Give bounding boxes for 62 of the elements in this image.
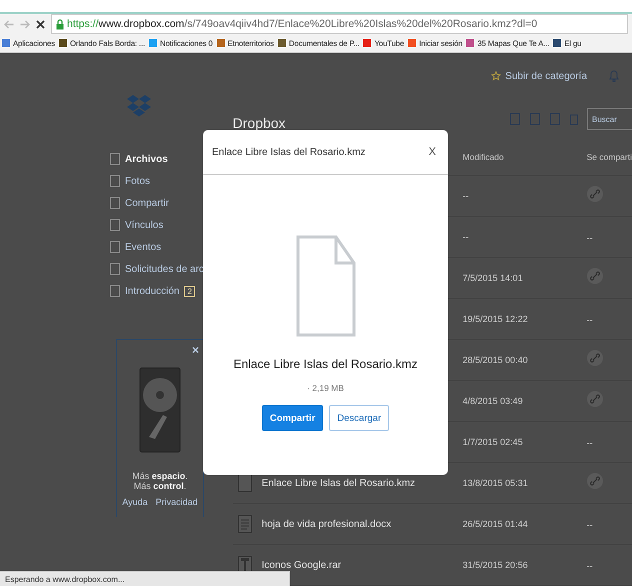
link-icon[interactable]: [586, 268, 603, 284]
file-name[interactable]: hoja de vida profesional.docx: [262, 518, 392, 530]
sidebar-item[interactable]: Introducción 2: [110, 283, 226, 299]
link-icon[interactable]: [586, 350, 603, 366]
modified-date: 28/5/2015 00:40: [462, 355, 529, 365]
promo-text: Más espacio.: [132, 471, 188, 481]
share-button[interactable]: Compartir: [262, 405, 324, 431]
sidebar-item[interactable]: Eventos: [110, 239, 226, 255]
modified-date: 1/7/2015 02:45: [462, 437, 524, 447]
dropbox-logo-icon: [127, 95, 151, 117]
modified-date: 4/8/2015 03:49: [462, 396, 524, 406]
modified-date: --: [462, 232, 470, 242]
sidebar-item[interactable]: Compartir: [110, 195, 226, 211]
status-bar: Esperando a www.dropbox.com...: [0, 571, 290, 586]
column-header[interactable]: Se comparti: [586, 152, 632, 162]
footer-link[interactable]: Privacidad: [156, 497, 198, 507]
modified-date: 7/5/2015 14:01: [462, 273, 524, 283]
file-icon: [296, 235, 356, 337]
modified-date: --: [462, 191, 470, 201]
stop-loading-icon[interactable]: [36, 20, 45, 28]
link-icon[interactable]: [586, 186, 603, 202]
dialog-title: Enlace Libre Islas del Rosario.kmz: [212, 146, 366, 158]
file-name[interactable]: Enlace Libre Islas del Rosario.kmz: [262, 478, 416, 488]
footer-link[interactable]: Ayuda: [122, 497, 148, 507]
address-bar[interactable]: https://www.dropbox.com/s/749oav4qiiv4hd7/Enlace%20Libre%20Islas%20del%20Rosario.kmz?dl=0: [51, 14, 628, 34]
file-icon: [238, 474, 252, 492]
folder-action-icon[interactable]: [530, 113, 541, 125]
close-icon[interactable]: X: [428, 146, 436, 158]
file-size: · 2,19 MB: [307, 383, 344, 393]
not-shared-text: --: [586, 233, 593, 243]
trash-icon[interactable]: [570, 113, 578, 125]
bell-icon[interactable]: [609, 70, 619, 82]
link-icon[interactable]: [586, 390, 603, 406]
archive-file-icon: [238, 556, 252, 574]
page-title: Dropbox: [232, 115, 286, 131]
star-icon: [491, 71, 502, 81]
not-shared-text: --: [586, 315, 593, 325]
modified-date: 26/5/2015 01:44: [462, 519, 529, 529]
search-field[interactable]: Buscar: [587, 108, 632, 130]
file-name: Enlace Libre Islas del Rosario.kmz: [233, 357, 418, 371]
folder-action-icon[interactable]: [510, 113, 521, 125]
download-button[interactable]: Descargar: [329, 405, 390, 431]
back-icon[interactable]: [4, 20, 14, 28]
link-icon[interactable]: [586, 472, 603, 488]
sidebar-item[interactable]: Solicitudes de arc: [110, 261, 226, 277]
modified-date: 19/5/2015 12:22: [462, 314, 529, 324]
modified-date: 13/8/2015 05:31: [462, 478, 529, 488]
sidebar-item[interactable]: Vínculos: [110, 217, 226, 233]
lock-icon: [56, 18, 64, 30]
document-file-icon: [238, 515, 252, 533]
not-shared-text: --: [586, 438, 593, 448]
upgrade-link[interactable]: Subir de categoría: [505, 70, 587, 82]
file-name[interactable]: Iconos Google.rar: [262, 560, 342, 570]
folder-action-icon[interactable]: [550, 113, 561, 125]
forward-icon[interactable]: [20, 20, 30, 28]
sidebar-item[interactable]: Fotos: [110, 173, 226, 189]
not-shared-text: --: [586, 561, 593, 571]
modified-date: 31/5/2015 20:56: [462, 560, 529, 570]
promo-text: Más control.: [134, 481, 186, 491]
close-icon[interactable]: ×: [192, 343, 199, 357]
not-shared-text: --: [586, 520, 593, 530]
column-header[interactable]: Modificado: [462, 152, 587, 162]
